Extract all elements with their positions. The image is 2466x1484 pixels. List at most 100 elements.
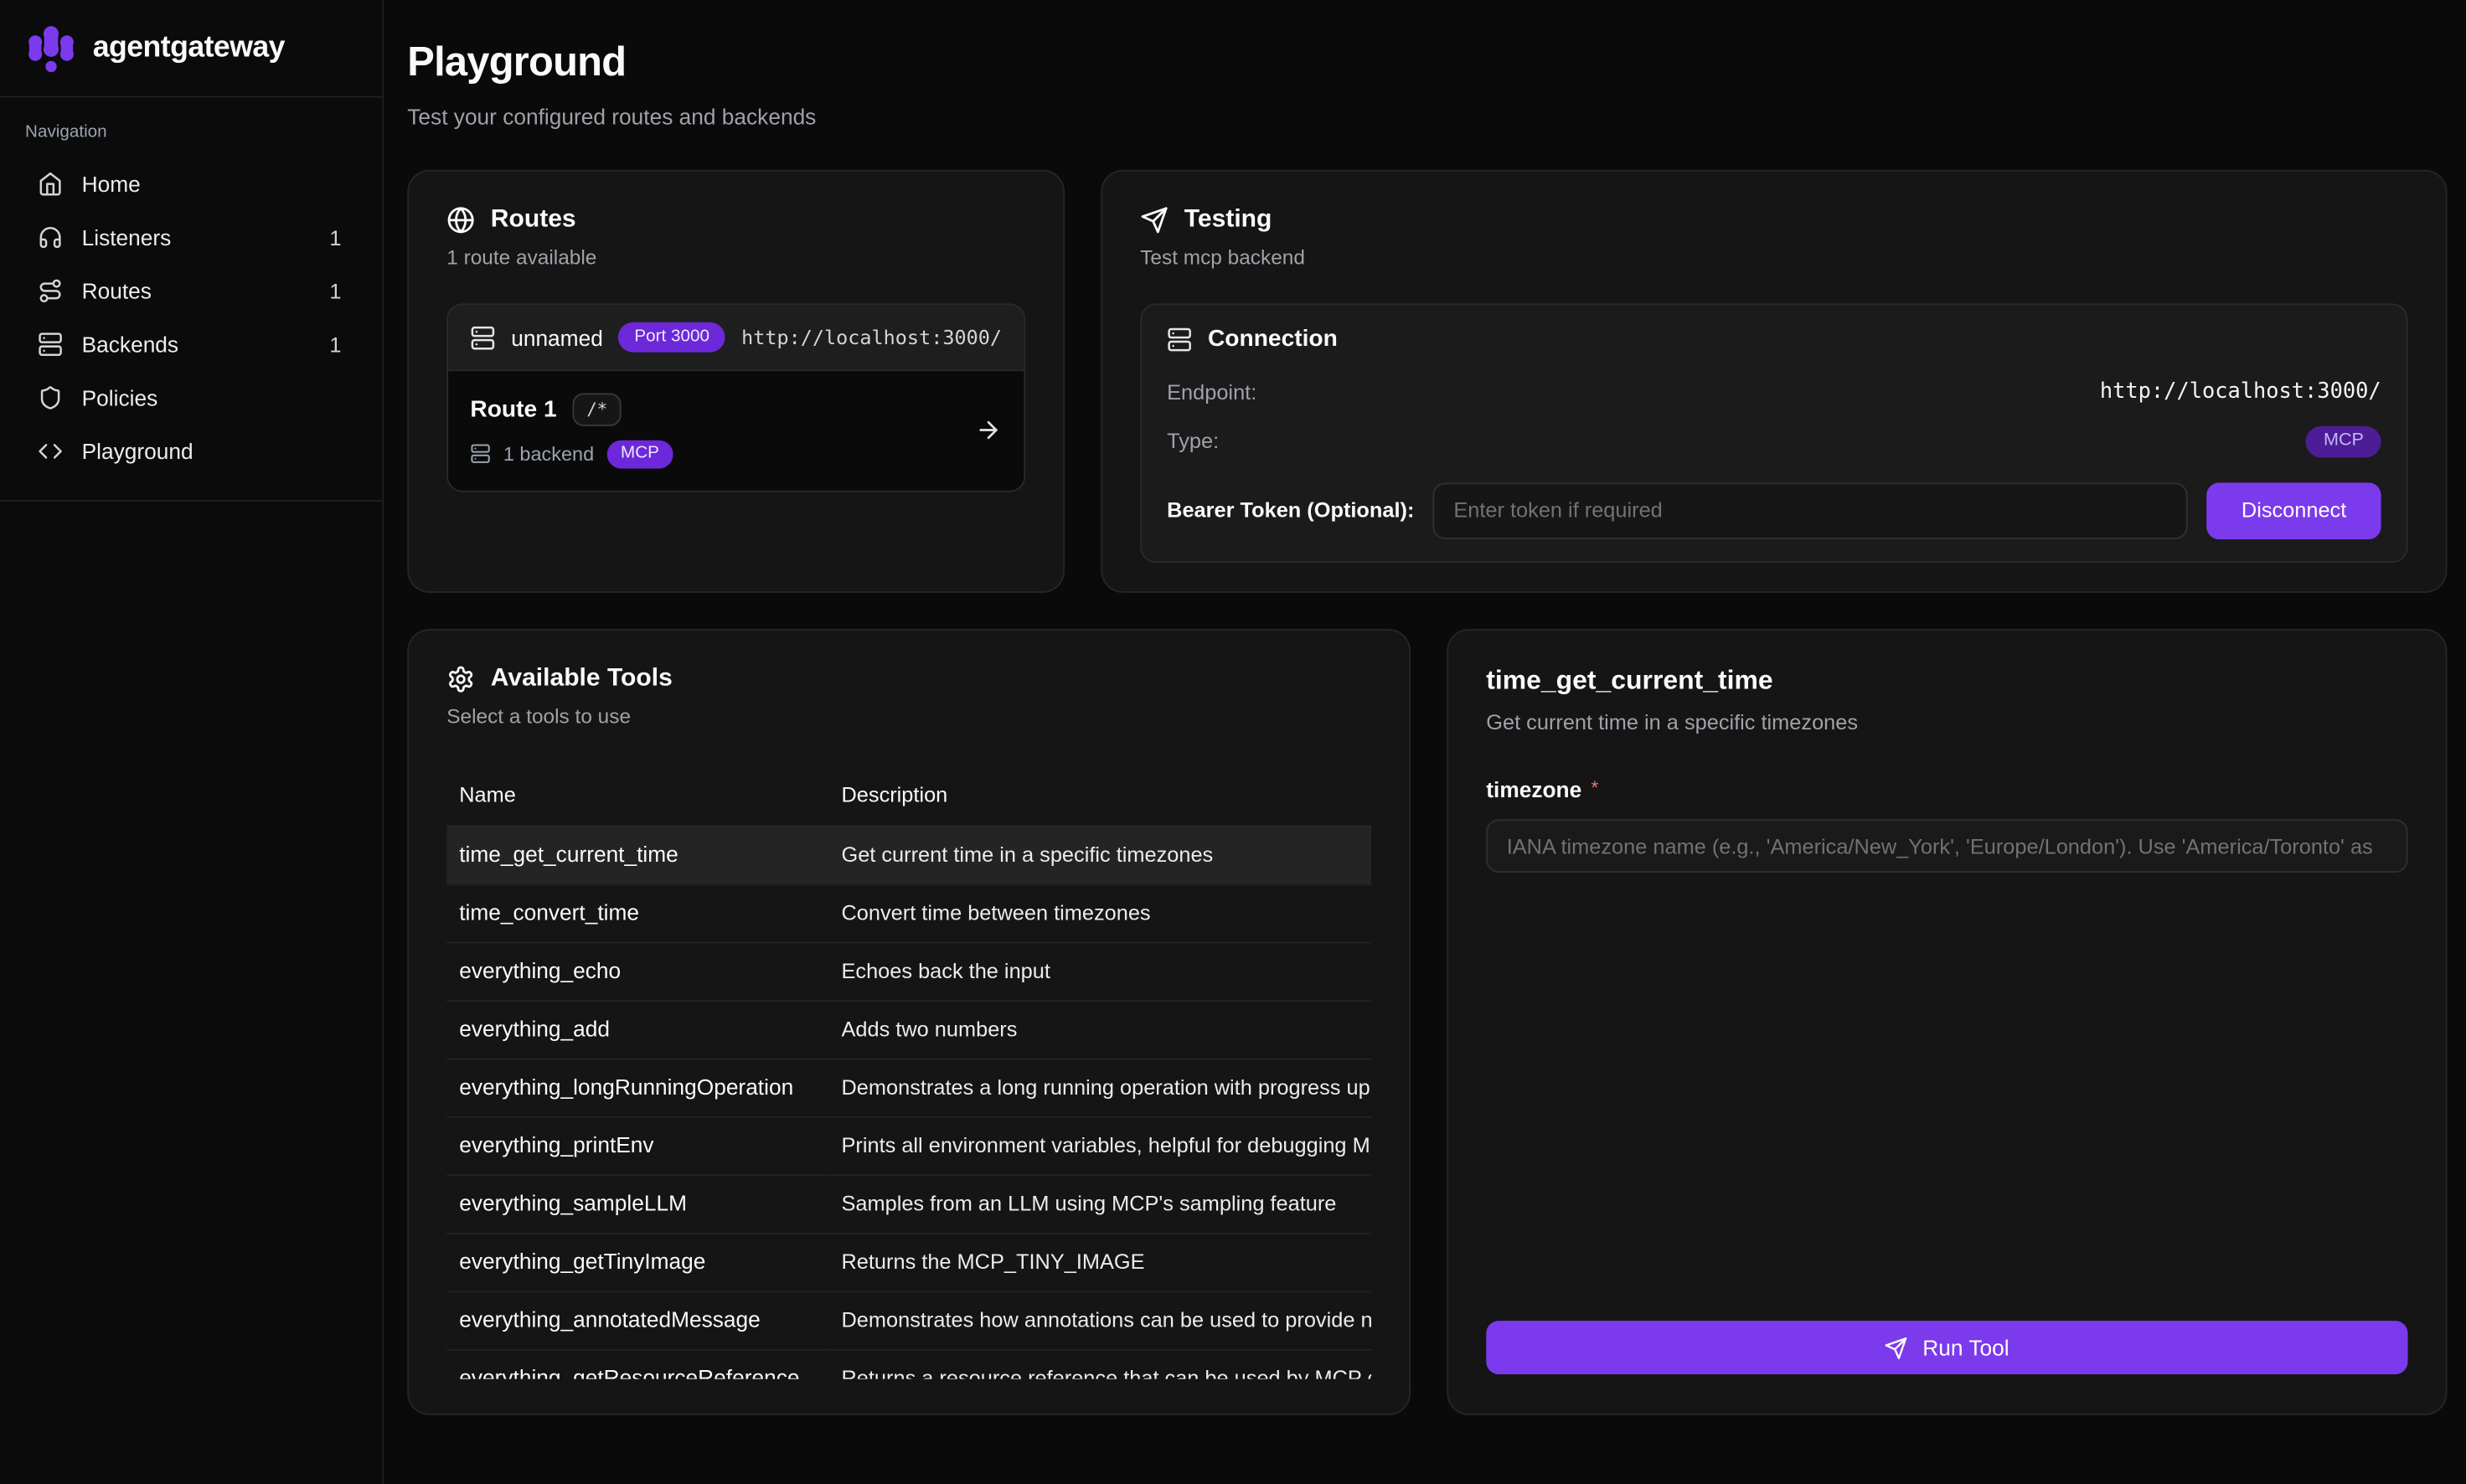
- table-row[interactable]: time_convert_time Convert time between t…: [446, 884, 1371, 942]
- available-tools-card: Available Tools Select a tools to use Na…: [407, 629, 1411, 1415]
- table-row[interactable]: everything_annotatedMessage Demonstrates…: [446, 1291, 1371, 1349]
- bearer-token-input[interactable]: [1433, 482, 2188, 539]
- sidebar-item-count: 1: [329, 332, 344, 356]
- tool-description-cell: Prints all environment variables, helpfu…: [841, 1134, 1370, 1157]
- testing-card: Testing Test mcp backend Connection Endp…: [1101, 170, 2447, 593]
- agentgateway-logo-icon: [25, 22, 77, 74]
- app-root: agentgateway Navigation Home Listeners 1…: [0, 0, 2466, 1484]
- tool-description-cell: Samples from an LLM using MCP's sampling…: [841, 1192, 1336, 1215]
- table-row[interactable]: everything_getTinyImage Returns the MCP_…: [446, 1234, 1371, 1291]
- send-icon: [1140, 206, 1169, 234]
- route-path-chip: /*: [572, 394, 622, 427]
- page-subtitle: Test your configured routes and backends: [407, 104, 2447, 129]
- bottom-cards-row: Available Tools Select a tools to use Na…: [407, 629, 2447, 1415]
- type-row: Type: MCP: [1167, 415, 2381, 468]
- sidebar-item-home[interactable]: Home: [22, 157, 360, 211]
- tools-card-subtitle: Select a tools to use: [446, 704, 1371, 728]
- sidebar-item-playground[interactable]: Playground: [22, 425, 360, 478]
- brand-name: agentgateway: [93, 31, 285, 65]
- tool-name-cell: time_get_current_time: [459, 841, 678, 866]
- routes-card-subtitle: 1 route available: [446, 245, 1025, 269]
- server-icon: [38, 332, 63, 357]
- sidebar-item-policies[interactable]: Policies: [22, 371, 360, 425]
- connection-header: Connection: [1167, 326, 2381, 353]
- table-row[interactable]: everything_echo Echoes back the input: [446, 943, 1371, 1001]
- testing-card-title: Testing: [1184, 206, 1272, 234]
- routes-card-header: Routes: [446, 206, 1025, 234]
- run-tool-button[interactable]: Run Tool: [1486, 1321, 2407, 1374]
- bearer-token-row: Bearer Token (Optional): Disconnect: [1167, 482, 2381, 539]
- routes-card: Routes 1 route available unnamed Port 30…: [407, 170, 1065, 593]
- column-header-name: Name: [446, 767, 828, 826]
- table-row[interactable]: everything_printEnv Prints all environme…: [446, 1117, 1371, 1175]
- connection-title: Connection: [1208, 326, 1338, 353]
- tool-description-cell: Echoes back the input: [841, 959, 1050, 982]
- globe-icon: [446, 206, 475, 234]
- table-row[interactable]: everything_getResourceReference Returns …: [446, 1350, 1371, 1379]
- brand[interactable]: agentgateway: [0, 0, 382, 97]
- tools-table: Name Description time_get_current_time G…: [446, 767, 1371, 1378]
- nav-section-label: Navigation: [25, 122, 360, 142]
- timezone-field-label: timezone: [1486, 777, 1581, 802]
- listener-url: http://localhost:3000/: [741, 326, 1002, 349]
- tool-description-cell: Get current time in a specific timezones: [841, 842, 1213, 866]
- nav-section: Navigation Home Listeners 1 Routes 1 Bac…: [0, 97, 382, 502]
- sidebar-item-count: 1: [329, 225, 344, 249]
- nav-list: Home Listeners 1 Routes 1 Backends 1 Pol…: [22, 157, 360, 478]
- disconnect-button[interactable]: Disconnect: [2207, 482, 2381, 539]
- required-marker: *: [1591, 778, 1598, 797]
- connection-box: Connection Endpoint: http://localhost:30…: [1140, 303, 2407, 562]
- tool-name-cell: everything_longRunningOperation: [459, 1074, 793, 1099]
- top-cards-row: Routes 1 route available unnamed Port 30…: [407, 170, 2447, 593]
- sidebar-item-label: Home: [82, 172, 322, 197]
- sidebar-item-label: Backends: [82, 332, 311, 357]
- route-icon: [38, 278, 63, 303]
- table-row[interactable]: everything_sampleLLM Samples from an LLM…: [446, 1175, 1371, 1233]
- endpoint-row: Endpoint: http://localhost:3000/: [1167, 368, 2381, 415]
- column-header-description: Description: [828, 767, 1371, 826]
- sidebar-item-routes[interactable]: Routes 1: [22, 264, 360, 317]
- tool-name-cell: everything_add: [459, 1016, 610, 1041]
- headphones-icon: [38, 224, 63, 250]
- sidebar-item-listeners[interactable]: Listeners 1: [22, 211, 360, 265]
- send-icon: [1885, 1336, 1908, 1359]
- gear-icon: [446, 665, 475, 693]
- page-title: Playground: [407, 38, 2447, 86]
- tool-title: time_get_current_time: [1486, 665, 2407, 697]
- timezone-field-label-row: timezone *: [1486, 777, 2407, 802]
- table-row[interactable]: everything_longRunningOperation Demonstr…: [446, 1059, 1371, 1117]
- server-icon: [470, 444, 490, 464]
- sidebar-item-backends[interactable]: Backends 1: [22, 317, 360, 371]
- tool-description-cell: Returns a resource reference that can be…: [841, 1367, 1371, 1379]
- table-row[interactable]: everything_add Adds two numbers: [446, 1001, 1371, 1059]
- bearer-token-label: Bearer Token (Optional):: [1167, 499, 1414, 523]
- tool-name-cell: everything_sampleLLM: [459, 1190, 687, 1215]
- tool-description-cell: Adds two numbers: [841, 1018, 1017, 1041]
- home-icon: [38, 172, 63, 197]
- tool-detail-panel: time_get_current_time Get current time i…: [1447, 629, 2447, 1415]
- listener-name: unnamed: [511, 325, 603, 350]
- testing-card-header: Testing: [1140, 206, 2407, 234]
- type-badge: MCP: [2306, 426, 2381, 457]
- testing-card-subtitle: Test mcp backend: [1140, 245, 2407, 269]
- tool-description-cell: Demonstrates how annotations can be used…: [841, 1308, 1371, 1332]
- timezone-input[interactable]: [1486, 819, 2407, 873]
- panel-spacer: [1486, 873, 2407, 1321]
- sidebar-divider: [0, 500, 382, 502]
- tool-name-cell: everything_annotatedMessage: [459, 1306, 760, 1332]
- tool-description-cell: Returns the MCP_TINY_IMAGE: [841, 1250, 1144, 1274]
- tool-name-cell: everything_getTinyImage: [459, 1249, 705, 1274]
- table-row[interactable]: time_get_current_time Get current time i…: [446, 827, 1371, 884]
- sidebar-item-count: 1: [329, 279, 344, 302]
- shield-icon: [38, 385, 63, 410]
- tool-name-cell: everything_printEnv: [459, 1132, 653, 1157]
- route-list-item[interactable]: Route 1 /* 1 backend MCP: [448, 371, 1024, 490]
- server-icon: [470, 325, 495, 350]
- route-name: Route 1: [470, 397, 556, 424]
- tool-name-cell: everything_echo: [459, 957, 621, 982]
- tool-subtitle: Get current time in a specific timezones: [1486, 711, 2407, 734]
- listener-header: unnamed Port 3000 http://localhost:3000/: [448, 305, 1024, 371]
- run-tool-label: Run Tool: [1922, 1335, 2009, 1360]
- tools-card-title: Available Tools: [491, 665, 673, 693]
- sidebar: agentgateway Navigation Home Listeners 1…: [0, 0, 384, 1484]
